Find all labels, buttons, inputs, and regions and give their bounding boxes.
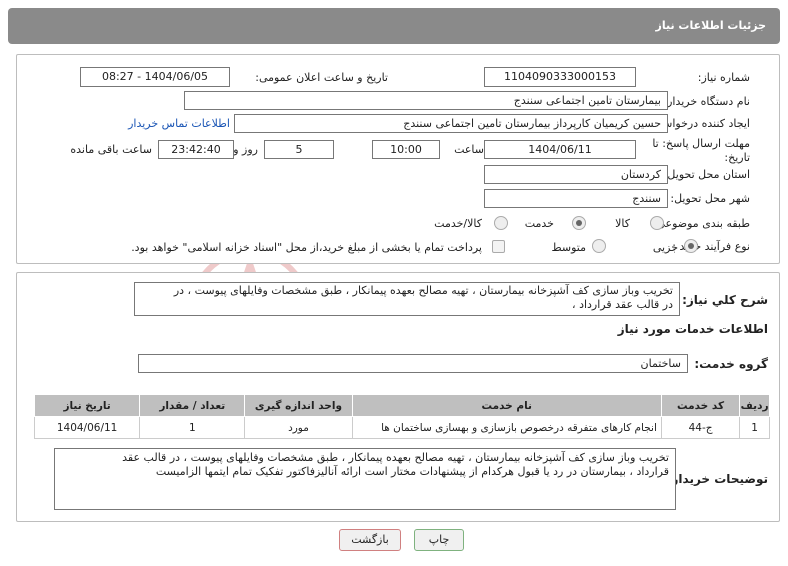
print-button[interactable]: چاپ <box>414 529 464 551</box>
service-group-label: گروه خدمت: <box>694 357 768 371</box>
remaining-time-field: 23:42:40 <box>158 140 234 159</box>
cell-row: 1 <box>739 416 770 439</box>
city-field: سنندج <box>484 189 668 208</box>
category-label: طبقه بندی موضوعی: <box>652 217 750 230</box>
city-label: شهر محل تحویل: <box>670 192 750 205</box>
col-qty-header: تعداد / مقدار <box>139 394 246 417</box>
buyer-notes-line-2: قرارداد ، بیمارستان در رد یا قبول هرکدام… <box>155 465 669 478</box>
category-radio-goods[interactable] <box>650 216 664 230</box>
cell-date: 1404/06/11 <box>33 416 141 439</box>
buyer-notes-textarea[interactable]: تخریب وباز سازی کف آشپزخانه بیمارستان ، … <box>54 448 676 510</box>
col-code-header: کد خدمت <box>660 394 741 417</box>
process-minor-label: جزیی <box>652 241 678 254</box>
payment-note: پرداخت تمام یا بخشی از مبلغ خرید،از محل … <box>131 241 482 254</box>
days-field: 5 <box>264 140 334 159</box>
deadline-time-field: 10:00 <box>372 140 440 159</box>
summary-label: شرح کلي نياز: <box>682 293 768 307</box>
page-header: جزئیات اطلاعات نیاز <box>8 8 780 44</box>
category-radio-goods-service[interactable] <box>494 216 508 230</box>
summary-line-1: تخریب وباز سازی کف آشپزخانه بیمارستان ، … <box>173 284 673 297</box>
page-title: جزئیات اطلاعات نیاز <box>655 19 767 32</box>
need-number-label: شماره نیاز: <box>697 71 750 84</box>
col-date-header: تاریخ نیاز <box>33 394 141 417</box>
cell-code: ج-44 <box>660 416 741 439</box>
process-medium-label: متوسط <box>551 241 586 254</box>
creator-field: حسین کریمیان کارپرداز بیمارستان تامین اج… <box>234 114 668 133</box>
services-section-title: اطلاعات خدمات مورد نیاز <box>617 322 768 336</box>
deadline-label: مهلت ارسال پاسخ: تا <box>652 137 750 150</box>
province-field: کردستان <box>484 165 668 184</box>
remaining-label: ساعت باقی مانده <box>70 143 152 156</box>
category-service-label: خدمت <box>524 217 554 230</box>
buyer-notes-line-1: تخریب وباز سازی کف آشپزخانه بیمارستان ، … <box>122 451 669 464</box>
summary-textarea[interactable]: تخریب وباز سازی کف آشپزخانه بیمارستان ، … <box>134 282 680 316</box>
need-number-field: 1104090333000153 <box>484 67 636 87</box>
service-group-field: ساختمان <box>138 354 688 373</box>
table-header-row: ردیف کد خدمت نام خدمت واحد اندازه گیری ت… <box>33 394 770 417</box>
cell-qty: 1 <box>139 416 246 439</box>
buyer-contact-link[interactable]: اطلاعات تماس خریدار <box>128 117 230 130</box>
deadline-date-field: 1404/06/11 <box>484 140 636 159</box>
payment-checkbox[interactable] <box>492 240 505 253</box>
category-goods-service-label: کالا/خدمت <box>434 217 482 230</box>
col-name-header: نام خدمت <box>351 394 662 417</box>
deadline-time-label: ساعت <box>454 143 484 156</box>
services-table: ردیف کد خدمت نام خدمت واحد اندازه گیری ت… <box>33 394 770 439</box>
col-unit-header: واحد اندازه گیری <box>244 394 353 417</box>
announce-field: 1404/06/05 - 08:27 <box>80 67 230 87</box>
buyer-org-field: بیمارستان تامین اجتماعی سنندج <box>184 91 668 110</box>
announce-label: تاریخ و ساعت اعلان عمومی: <box>255 71 388 84</box>
category-goods-label: کالا <box>615 217 630 230</box>
category-radio-service[interactable] <box>572 216 586 230</box>
summary-line-2: در قالب عقد قرارداد ، <box>572 298 673 311</box>
province-label: استان محل تحویل: <box>663 168 750 181</box>
days-label: روز و <box>233 143 258 156</box>
buyer-notes-label: توضیحات خریدار: <box>666 472 768 486</box>
cell-unit: مورد <box>244 416 353 439</box>
back-button[interactable]: بازگشت <box>339 529 401 551</box>
buyer-org-label: نام دستگاه خریدار: <box>663 95 750 108</box>
process-radio-medium[interactable] <box>592 239 606 253</box>
deadline-label-2: تاریخ: <box>724 151 750 164</box>
process-radio-minor[interactable] <box>684 239 698 253</box>
cell-name: انجام کارهای متفرقه درخصوص بازسازی و بهس… <box>351 416 662 439</box>
col-row-header: ردیف <box>739 394 770 417</box>
table-row: 1 ج-44 انجام کارهای متفرقه درخصوص بازساز… <box>33 416 770 439</box>
